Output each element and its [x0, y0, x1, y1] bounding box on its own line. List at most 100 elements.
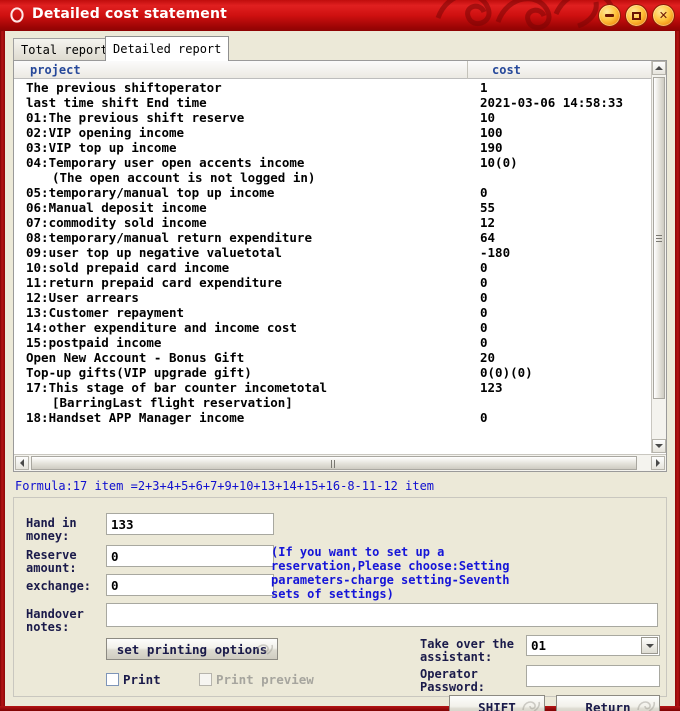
cell-project: [BarringLast flight reservation]: [52, 395, 293, 410]
cell-cost: 0: [480, 410, 488, 425]
cell-project: 15:postpaid income: [26, 335, 162, 350]
operator-password-label: Operator Password:: [420, 667, 486, 694]
table-row[interactable]: Open New Account - Bonus Gift 20: [14, 350, 651, 365]
horizontal-scroll-thumb[interactable]: [31, 456, 637, 470]
vertical-scroll-thumb[interactable]: [653, 77, 665, 399]
table-row[interactable]: last time shift End time 2021-03-06 14:58…: [14, 95, 651, 110]
table-row[interactable]: 18:Handset APP Manager income 0: [14, 410, 651, 425]
cell-cost: 20: [480, 350, 496, 365]
cell-project: 03:VIP top up income: [26, 140, 177, 155]
cell-project: 14:other expenditure and income cost: [26, 320, 297, 335]
table-row[interactable]: 15:postpaid income 0: [14, 335, 651, 350]
table-row[interactable]: 06:Manual deposit income 55: [14, 200, 651, 215]
table-row[interactable]: 14:other expenditure and income cost 0: [14, 320, 651, 335]
cell-cost: 2021-03-06 14:58:33: [480, 95, 623, 110]
cell-cost: 0: [480, 260, 488, 275]
take-over-assistant-combobox[interactable]: 01: [526, 635, 660, 656]
print-preview-checkbox-label: Print preview: [216, 672, 314, 687]
return-button-ornament-icon: [637, 701, 656, 711]
window-controls: ✕: [598, 4, 675, 27]
scroll-up-button[interactable]: [652, 61, 666, 75]
cell-cost: 190: [480, 140, 503, 155]
table-row[interactable]: 12:User arrears 0: [14, 290, 651, 305]
client-area: Total report Detailed report project cos…: [5, 31, 675, 711]
table-row[interactable]: Top-up gifts(VIP upgrade gift) 0(0)(0): [14, 365, 651, 380]
table-row[interactable]: 01:The previous shift reserve 10: [14, 110, 651, 125]
cell-cost: 0: [480, 290, 488, 305]
scroll-up-arrow-icon: [655, 66, 663, 70]
close-button[interactable]: ✕: [652, 4, 675, 27]
shift-button-ornament-icon: [522, 701, 541, 711]
exchange-input[interactable]: [106, 574, 274, 596]
cell-cost: 55: [480, 200, 496, 215]
set-printing-options-button[interactable]: set printing options: [106, 638, 278, 660]
cell-cost: -180: [480, 245, 511, 260]
table-row[interactable]: 08:temporary/manual return expenditure 64: [14, 230, 651, 245]
minimize-button[interactable]: [598, 4, 621, 27]
window-title: Detailed cost statement: [32, 6, 228, 22]
combobox-dropdown-button[interactable]: [641, 637, 658, 654]
table-row[interactable]: 13:Customer repayment 0: [14, 305, 651, 320]
cell-cost: 0(0)(0): [480, 365, 533, 380]
cell-cost: 10(0): [480, 155, 518, 170]
table-row[interactable]: 10:sold prepaid card income 0: [14, 260, 651, 275]
table-row[interactable]: 04:Temporary user open accents income 10(…: [14, 155, 651, 170]
table-row[interactable]: 11:return prepaid card expenditure 0: [14, 275, 651, 290]
reserve-amount-input[interactable]: [106, 545, 274, 567]
grid-column-header-cost[interactable]: cost: [492, 63, 521, 77]
set-printing-options-label: set printing options: [116, 641, 268, 657]
handover-notes-input[interactable]: [106, 603, 658, 627]
reserve-amount-label: Reserve amount:: [26, 548, 77, 575]
maximize-button[interactable]: [625, 4, 648, 27]
table-row[interactable]: 02:VIP opening income 100: [14, 125, 651, 140]
table-row[interactable]: 07:commodity sold income 12: [14, 215, 651, 230]
cell-project: 09:user top up negative valuetotal: [26, 245, 282, 260]
print-checkbox-label: Print: [123, 672, 161, 687]
cell-cost: 12: [480, 215, 496, 230]
cell-cost: 64: [480, 230, 496, 245]
grid-horizontal-scrollbar[interactable]: [14, 454, 666, 471]
cell-project: The previous shiftoperator: [26, 80, 222, 95]
cell-project: 06:Manual deposit income: [26, 200, 207, 215]
print-checkbox[interactable]: Print: [106, 672, 161, 687]
cell-cost: 0: [480, 305, 488, 320]
table-row[interactable]: The previous shiftoperator 1: [14, 80, 651, 95]
window-frame-right: [675, 31, 680, 711]
ring-icon: [10, 7, 24, 23]
scroll-down-button[interactable]: [652, 439, 666, 453]
maximize-icon: [632, 11, 641, 20]
table-row[interactable]: 03:VIP top up income 190: [14, 140, 651, 155]
table-row[interactable]: 17:This stage of bar counter incometotal…: [14, 380, 651, 395]
cell-cost: 100: [480, 125, 503, 140]
tab-detailed-report-label: Detailed report: [113, 42, 222, 56]
cell-project: 13:Customer repayment: [26, 305, 185, 320]
hand-in-money-input[interactable]: [106, 513, 274, 535]
operator-password-input[interactable]: [526, 665, 660, 687]
return-button[interactable]: Return: [556, 695, 660, 711]
return-button-label: Return: [585, 700, 631, 711]
tab-total-report[interactable]: Total report: [13, 38, 116, 60]
close-icon: ✕: [658, 9, 669, 22]
shift-button[interactable]: SHIFT: [449, 695, 545, 711]
table-row[interactable]: [BarringLast flight reservation]: [14, 395, 651, 410]
print-preview-checkbox-box-icon: [199, 673, 212, 686]
tab-detailed-report[interactable]: Detailed report: [105, 36, 230, 61]
cell-cost: 10: [480, 110, 496, 125]
grid-column-header-project[interactable]: project: [30, 63, 81, 77]
scroll-left-button[interactable]: [15, 456, 29, 470]
cell-cost: 1: [480, 80, 488, 95]
table-row[interactable]: (The open account is not logged in): [14, 170, 651, 185]
cell-cost: 0: [480, 275, 488, 290]
tab-strip: Total report Detailed report: [13, 36, 667, 61]
table-row[interactable]: 09:user top up negative valuetotal -180: [14, 245, 651, 260]
cell-project: 07:commodity sold income: [26, 215, 207, 230]
grid-body: The previous shiftoperator 1 last time shi…: [14, 80, 651, 452]
title-bar: Detailed cost statement ✕: [0, 0, 680, 31]
application-window: Detailed cost statement ✕ Total report D…: [0, 0, 680, 711]
grid-vertical-scrollbar[interactable]: [651, 61, 666, 453]
tab-total-report-label: Total report: [21, 42, 108, 57]
table-row[interactable]: 05:temporary/manual top up income 0: [14, 185, 651, 200]
scroll-right-button[interactable]: [651, 456, 665, 470]
exchange-label: exchange:: [26, 579, 92, 593]
handover-notes-label: Handover notes:: [26, 607, 84, 634]
